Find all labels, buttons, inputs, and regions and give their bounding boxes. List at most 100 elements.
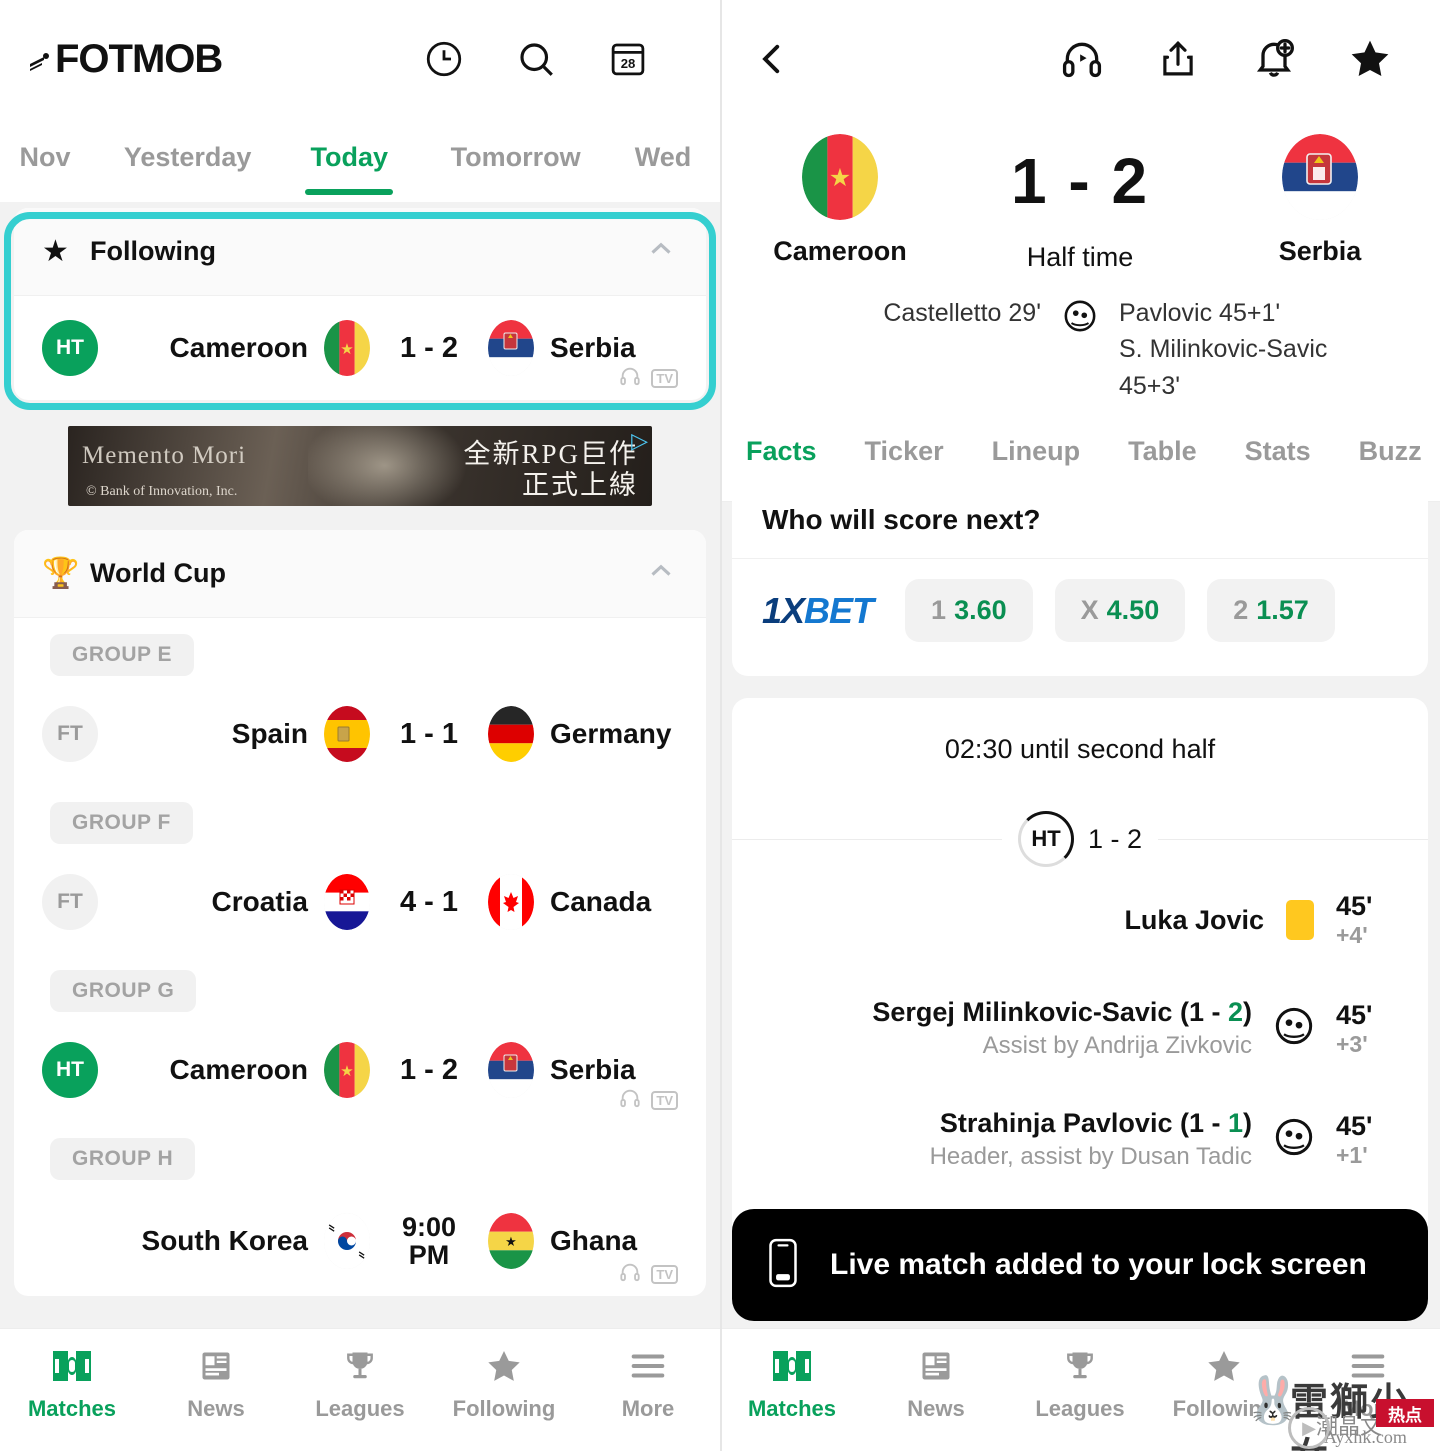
odds-key: X [1080,595,1099,625]
list-item[interactable]: Sergej Milinkovic-Savic (1 - 2) Assist b… [732,973,1428,1084]
world-cup-card-header[interactable]: 🏆 World Cup [14,530,706,618]
headphones-icon[interactable] [619,365,641,392]
pitch-icon [772,1345,812,1387]
nav-item-news[interactable]: News [864,1345,1008,1422]
match-score: 1 - 2 [399,1053,459,1086]
headphones-icon[interactable] [619,1087,641,1114]
nav-item-leagues[interactable]: Leagues [1008,1345,1152,1422]
event-name-tail: ) [1243,1108,1252,1138]
match-score: 1 - 2 [399,331,459,364]
nav-item-leagues[interactable]: Leagues [288,1345,432,1422]
list-item[interactable]: Luka Jovic 45' +4' [732,867,1428,973]
ad-artwork [308,426,478,506]
pitch-icon [52,1345,92,1387]
day-tab-today[interactable]: Today [273,128,425,195]
tv-icon[interactable]: TV [651,1091,678,1110]
home-team-name: Croatia [211,886,308,917]
calendar-icon[interactable]: 28 [606,37,650,81]
list-item[interactable]: Strahinja Pavlovic (1 - 1) Header, assis… [732,1084,1428,1195]
headphones-play-icon[interactable] [1060,37,1104,81]
table-row[interactable]: South Korea 9:00 PM ★ Ghana TV [14,1186,706,1296]
day-tabs[interactable]: Nov Yesterday Today Tomorrow Wed [0,118,720,202]
nav-item-following[interactable]: Following [432,1345,576,1422]
event-text: Luka Jovic [1124,905,1264,936]
event-new-score: 2 [1227,997,1243,1027]
football-icon [1274,1117,1314,1162]
event-minute: 45' +3' [1336,1000,1398,1058]
germany-flag [488,706,534,762]
table-row[interactable]: FT Spain 1 - 1 Germany [14,682,706,786]
day-tab-label: Wed [634,142,692,172]
cameroon-flag: ★ [802,134,878,220]
toast-notification[interactable]: Live match added to your lock screen [732,1209,1428,1321]
nav-item-matches[interactable]: Matches [720,1345,864,1422]
nav-label: Leagues [1035,1396,1125,1421]
match-kickoff-time: 9:00 PM [401,1211,457,1270]
left-bottom-nav[interactable]: Matches News Leagues Following More [0,1328,720,1451]
odds-button-x[interactable]: X 4.50 [1054,579,1186,642]
following-section: ★ Following HT Cameroon ★ 1 - 2 Serbia T… [0,208,720,410]
table-row[interactable]: FT Croatia 4 - 1 Canada [14,850,706,954]
fotmob-logo-mark [28,44,54,74]
search-icon[interactable] [514,37,558,81]
group-tag-f: GROUP F [50,802,193,844]
event-minute: 45' +1' [1336,1111,1398,1169]
advertisement-banner[interactable]: Memento Mori © Bank of Innovation, Inc. … [68,426,652,506]
home-team-name: South Korea [141,1225,308,1256]
share-icon[interactable] [1156,37,1200,81]
nav-item-news[interactable]: News [144,1345,288,1422]
clock-icon[interactable] [422,37,466,81]
chevron-up-icon[interactable] [644,554,678,593]
event-assist: Header, assist by Dusan Tadic [929,1143,1252,1170]
match-row-media-icons: TV [619,1087,678,1114]
serbia-flag [1282,134,1358,220]
away-team-name: Serbia [1278,236,1362,266]
canada-flag [488,874,534,930]
nav-item-more[interactable]: More [576,1345,720,1422]
south-korea-flag [324,1213,370,1269]
right-app-header [720,0,1440,118]
scorer-entry: Pavlovic 45+1' [1119,299,1281,327]
following-card-header[interactable]: ★ Following [14,208,706,296]
nav-item-matches[interactable]: Matches [0,1345,144,1422]
match-row-media-icons: TV [619,365,678,392]
table-row[interactable]: HT Cameroon ★ 1 - 2 Serbia TV [14,1018,706,1122]
left-scroll-body[interactable]: ★ Following HT Cameroon ★ 1 - 2 Serbia T… [0,202,720,1328]
cameroon-flag: ★ [324,1042,370,1098]
odds-card-title: Who will score next? [762,504,1041,535]
day-tab-nov[interactable]: Nov [0,128,102,173]
odds-card: Who will score next? 1XBET 1 3.60 X 4.50 2… [732,474,1428,676]
day-tab-yesterday[interactable]: Yesterday [102,128,273,173]
day-tab-label: Nov [19,142,71,172]
chevron-left-icon[interactable] [750,37,794,81]
scorers-summary: Castelletto 29' Pavlovic 45+1' S. Milink… [720,281,1440,426]
headphones-icon[interactable] [619,1261,641,1288]
right-header-actions [1060,37,1410,81]
nav-label: Leagues [315,1396,405,1421]
chevron-up-icon[interactable] [644,232,678,271]
odds-button-1[interactable]: 1 3.60 [905,579,1033,642]
scoreboard-away-team[interactable]: Serbia [1205,134,1435,267]
ad-choices-icon[interactable]: ▷ [631,428,648,454]
tv-icon[interactable]: TV [651,369,678,388]
away-team-name: Serbia [550,1054,636,1085]
day-tab-tomorrow[interactable]: Tomorrow [425,128,606,173]
football-icon [1063,299,1097,338]
yellow-card-icon [1286,900,1314,940]
away-team-name: Germany [550,718,672,749]
odds-button-2[interactable]: 2 1.57 [1207,579,1335,642]
home-scorers: Castelletto 29' [771,295,1041,331]
event-name-text: Strahinja Pavlovic (1 - [939,1108,1228,1138]
bookmaker-logo[interactable]: 1XBET [762,590,874,632]
scoreboard-home-team[interactable]: ★ Cameroon [725,134,955,267]
match-center: Spain 1 - 1 Germany [98,706,720,762]
following-match-row[interactable]: HT Cameroon ★ 1 - 2 Serbia TV [14,296,706,400]
bell-add-icon[interactable] [1252,37,1296,81]
tv-icon[interactable]: TV [651,1265,678,1284]
scoreboard-score: 1 - 2 [1010,145,1150,217]
day-tab-wed[interactable]: Wed [606,128,720,173]
cameroon-flag: ★ [324,320,370,376]
right-scroll-body[interactable]: Who will score next? 1XBET 1 3.60 X 4.50 2… [720,444,1440,1328]
halftime-chip: HT 1 - 2 [1002,811,1158,867]
star-filled-icon[interactable] [1348,37,1392,81]
